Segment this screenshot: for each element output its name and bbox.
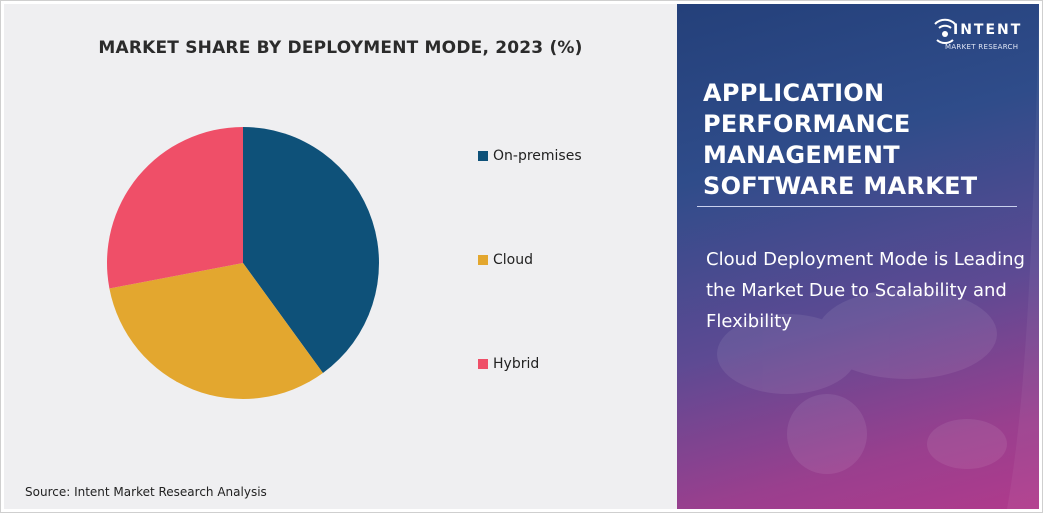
- chart-panel: MARKET SHARE BY DEPLOYMENT MODE, 2023 (%…: [4, 4, 677, 509]
- legend-item: On-premises: [478, 148, 582, 164]
- legend-label: Cloud: [493, 252, 533, 268]
- legend-item: Cloud: [478, 252, 533, 268]
- legend-item: Hybrid: [478, 356, 539, 372]
- report-subtitle: Cloud Deployment Mode is Leading the Mar…: [706, 249, 1025, 332]
- pie-slice-hybrid: [106, 127, 243, 289]
- report-title: APPLICATION PERFORMANCE MANAGEMENT SOFTW…: [703, 79, 978, 200]
- legend-swatch: [478, 151, 488, 161]
- pie-chart: [106, 127, 379, 399]
- logo-name: INTENT: [953, 22, 1023, 38]
- title-divider: [697, 206, 1017, 207]
- legend-swatch: [478, 255, 488, 265]
- source-note: Source: Intent Market Research Analysis: [25, 485, 267, 499]
- legend-label: Hybrid: [493, 356, 540, 372]
- info-panel: INTENT MARKET RESEARCH APPLICATION PERFO…: [677, 4, 1039, 509]
- logo-subtitle: MARKET RESEARCH: [945, 43, 1019, 51]
- legend-swatch: [478, 359, 488, 369]
- legend-label: On-premises: [493, 148, 582, 164]
